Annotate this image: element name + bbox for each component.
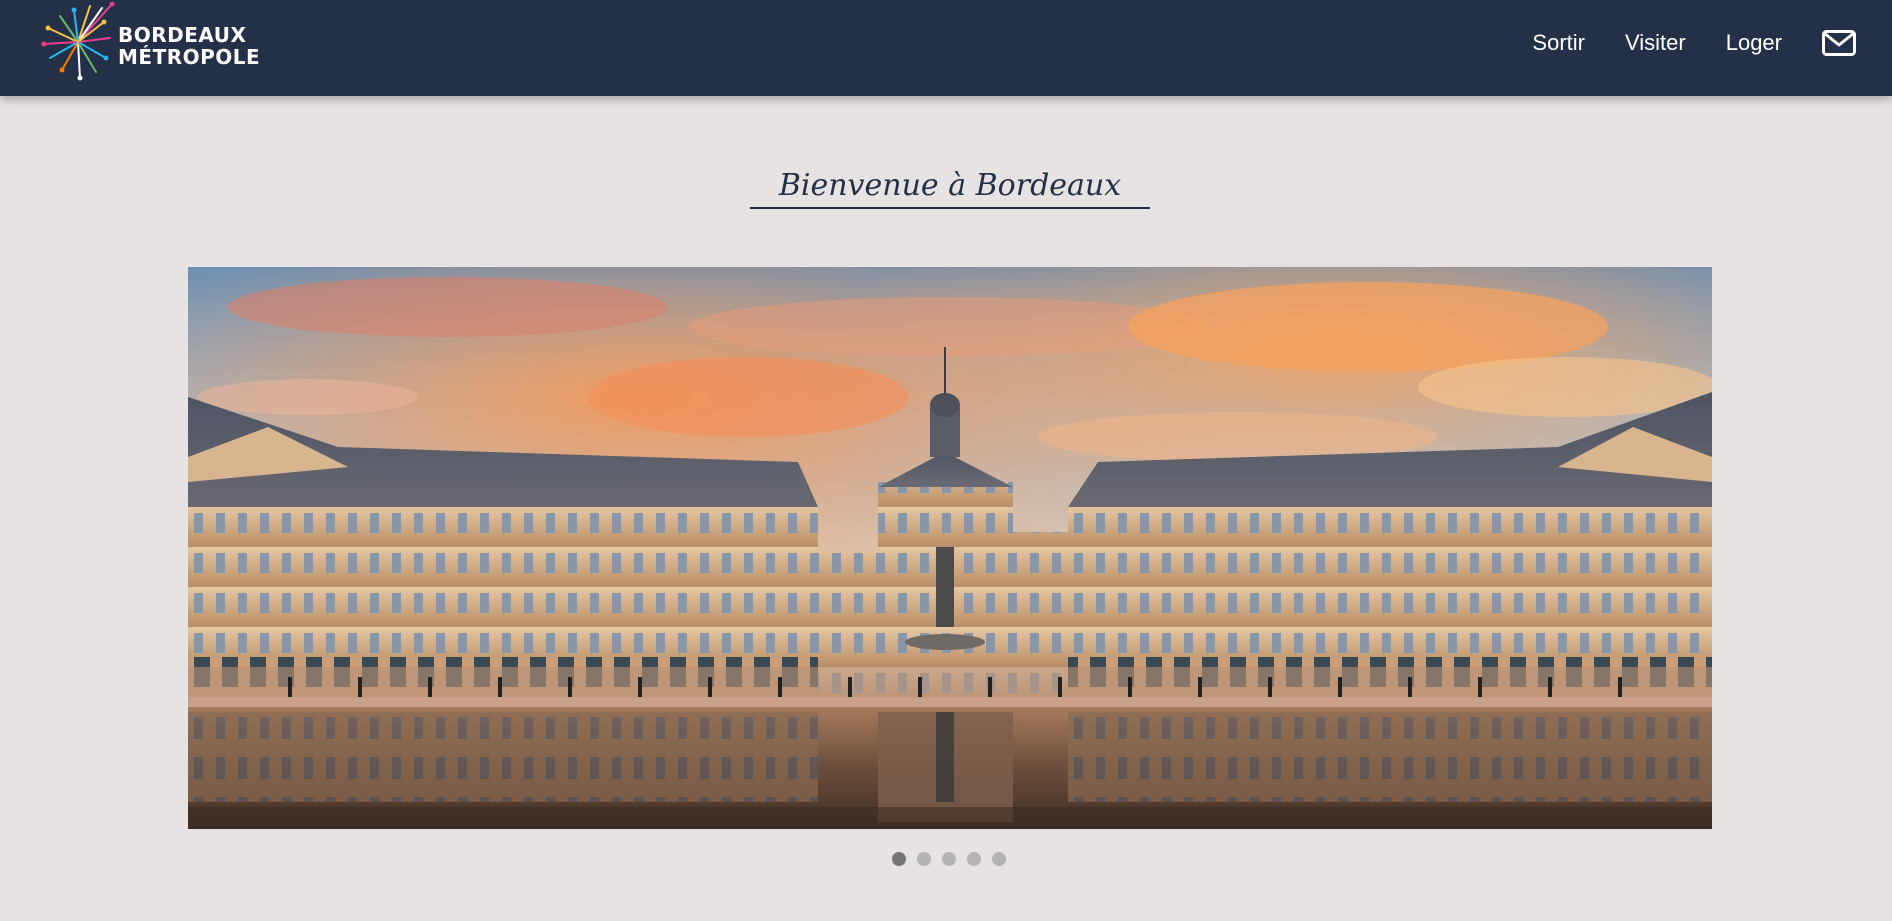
place-de-la-bourse-photo: [188, 267, 1712, 829]
carousel-dot-4[interactable]: [967, 852, 981, 866]
carousel-slide-image[interactable]: [188, 267, 1712, 829]
carousel-dot-2[interactable]: [917, 852, 931, 866]
bordeaux-metropole-logo[interactable]: BORDEAUX MÉTROPOLE: [40, 2, 260, 82]
title-underline: [750, 207, 1150, 209]
envelope-icon[interactable]: [1822, 30, 1856, 56]
carousel-dot-1[interactable]: [892, 852, 906, 866]
top-navbar: BORDEAUX MÉTROPOLE Sortir Visiter Loger: [0, 0, 1892, 96]
carousel-indicators: [892, 852, 1017, 866]
logo-line-2: MÉTROPOLE: [118, 45, 261, 69]
carousel-dot-3[interactable]: [942, 852, 956, 866]
carousel-dot-5[interactable]: [992, 852, 1006, 866]
page-title: Bienvenue à Bordeaux: [778, 168, 1122, 203]
logo-line-1: BORDEAUX: [118, 23, 247, 47]
nav-link-sortir[interactable]: Sortir: [1532, 30, 1585, 56]
logo-wordmark: BORDEAUX MÉTROPOLE: [118, 24, 260, 68]
main-nav: Sortir Visiter Loger: [1532, 0, 1892, 86]
starburst-logo-icon: [41, 2, 115, 81]
nav-link-loger[interactable]: Loger: [1726, 30, 1782, 56]
nav-link-visiter[interactable]: Visiter: [1625, 30, 1686, 56]
